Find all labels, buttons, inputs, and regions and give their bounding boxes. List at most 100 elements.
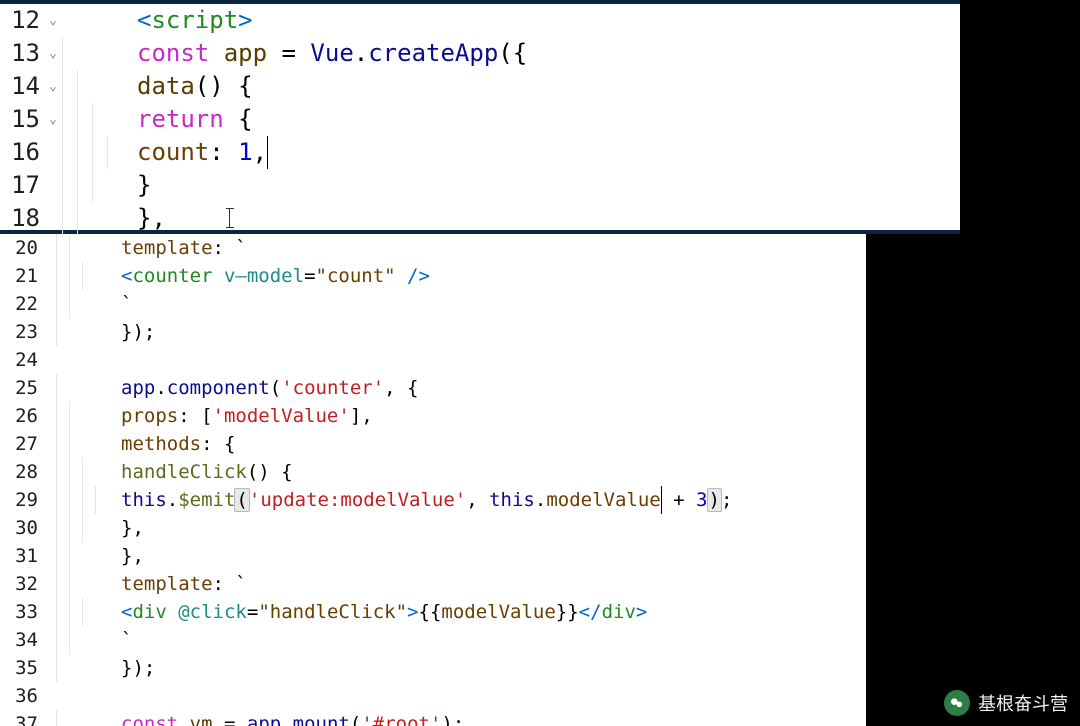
code-line[interactable]: 15⌄return { — [0, 103, 960, 136]
gutter-spacer — [42, 458, 56, 486]
code-content[interactable]: template: ` — [121, 234, 866, 262]
gutter-spacer — [42, 654, 56, 682]
indent-guide — [92, 4, 107, 37]
code-editor[interactable]: 12⌄<script>13⌄const app = Vue.createApp(… — [0, 0, 1080, 726]
indent-guide — [95, 654, 108, 682]
code-line[interactable]: 17} — [0, 169, 960, 202]
code-line[interactable]: 28handleClick() { — [0, 458, 866, 486]
indent-guide — [77, 136, 92, 169]
code-token: template — [121, 573, 213, 595]
code-line[interactable]: 22` — [0, 290, 866, 318]
code-content[interactable]: const vm = app.mount('#root'); — [121, 710, 866, 726]
code-token: . — [281, 713, 292, 726]
indent-guide — [92, 136, 107, 169]
code-line[interactable]: 35}); — [0, 654, 866, 682]
code-content[interactable] — [121, 682, 866, 710]
indent-guide — [62, 169, 77, 202]
code-line[interactable]: 16count: 1, — [0, 136, 960, 169]
code-content[interactable]: count: 1, — [137, 136, 960, 169]
code-line[interactable]: 14⌄data() { — [0, 70, 960, 103]
code-content[interactable]: <counter v–model="count" /> — [121, 262, 866, 290]
code-content[interactable]: <script> — [137, 4, 960, 37]
indent-guide — [82, 486, 95, 514]
indent-guide — [122, 169, 137, 202]
code-token: app — [121, 377, 155, 399]
indent-guide — [82, 234, 95, 262]
code-token: ` — [121, 629, 132, 651]
code-token: < — [121, 265, 132, 287]
code-token: handleClick — [121, 461, 247, 483]
indent-guide — [82, 346, 95, 374]
editor-pane-top[interactable]: 12⌄<script>13⌄const app = Vue.createApp(… — [0, 0, 960, 234]
indent-guide — [95, 542, 108, 570]
indent-guide — [69, 542, 82, 570]
gutter-spacer — [42, 542, 56, 570]
indent-guide — [62, 202, 77, 235]
code-content[interactable]: template: ` — [121, 570, 866, 598]
indent-guide — [56, 598, 69, 626]
fold-toggle-icon[interactable]: ⌄ — [44, 4, 62, 37]
code-content[interactable] — [121, 346, 866, 374]
code-content[interactable]: } — [137, 169, 960, 202]
code-line[interactable]: 29this.$emit('update:modelValue', this.m… — [0, 486, 866, 514]
code-content[interactable]: data() { — [137, 70, 960, 103]
code-token: }); — [121, 321, 155, 343]
code-content[interactable]: }, — [121, 514, 866, 542]
indent-guide — [95, 402, 108, 430]
indent-guide — [56, 430, 69, 458]
indent-guide — [62, 70, 77, 103]
code-content[interactable]: }, — [121, 542, 866, 570]
code-content[interactable]: ` — [121, 290, 866, 318]
code-line[interactable]: 23}); — [0, 318, 866, 346]
indent-guide — [108, 654, 121, 682]
code-token: : [ — [178, 405, 212, 427]
code-line[interactable]: 36 — [0, 682, 866, 710]
code-content[interactable]: }, — [137, 202, 960, 235]
code-content[interactable]: props: ['modelValue'], — [121, 402, 866, 430]
code-line[interactable]: 27methods: { — [0, 430, 866, 458]
indent-guide — [107, 70, 122, 103]
code-token: } — [137, 171, 151, 199]
code-line[interactable]: 30}, — [0, 514, 866, 542]
code-content[interactable]: return { — [137, 103, 960, 136]
code-line[interactable]: 18}, — [0, 202, 960, 235]
code-content[interactable]: <div @click="handleClick">{{modelValue}}… — [121, 598, 866, 626]
code-token: {{ — [419, 601, 442, 623]
code-token: }); — [121, 657, 155, 679]
code-line[interactable]: 13⌄const app = Vue.createApp({ — [0, 37, 960, 70]
indent-guide — [122, 136, 137, 169]
fold-toggle-icon[interactable]: ⌄ — [44, 37, 62, 70]
code-content[interactable]: methods: { — [121, 430, 866, 458]
code-line[interactable]: 34` — [0, 626, 866, 654]
code-line[interactable]: 25app.component('counter', { — [0, 374, 866, 402]
code-line[interactable]: 26props: ['modelValue'], — [0, 402, 866, 430]
code-line[interactable]: 21<counter v–model="count" /> — [0, 262, 866, 290]
code-line[interactable]: 12⌄<script> — [0, 4, 960, 37]
code-line[interactable]: 32template: ` — [0, 570, 866, 598]
code-line[interactable]: 24 — [0, 346, 866, 374]
code-content[interactable]: this.$emit('update:modelValue', this.mod… — [121, 486, 866, 514]
indent-guide — [62, 103, 77, 136]
code-content[interactable]: }); — [121, 654, 866, 682]
line-number: 37 — [0, 710, 42, 726]
code-content[interactable]: ` — [121, 626, 866, 654]
code-token: : — [209, 138, 238, 166]
indent-guide — [69, 346, 82, 374]
fold-toggle-icon[interactable]: ⌄ — [44, 70, 62, 103]
indent-guide — [108, 262, 121, 290]
code-content[interactable]: }); — [121, 318, 866, 346]
code-line[interactable]: 20template: ` — [0, 234, 866, 262]
code-token: , — [253, 138, 267, 166]
code-content[interactable]: const app = Vue.createApp({ — [137, 37, 960, 70]
fold-toggle-icon[interactable]: ⌄ — [44, 103, 62, 136]
code-token: = — [213, 713, 247, 726]
code-content[interactable]: app.component('counter', { — [121, 374, 866, 402]
indent-guide — [108, 374, 121, 402]
code-line[interactable]: 31}, — [0, 542, 866, 570]
code-line[interactable]: 37 const vm = app.mount('#root'); — [0, 710, 866, 726]
editor-pane-bottom[interactable]: 20template: `21<counter v–model="count" … — [0, 234, 866, 726]
code-token: modelValue — [546, 489, 660, 511]
indent-guide — [108, 234, 121, 262]
code-content[interactable]: handleClick() { — [121, 458, 866, 486]
code-line[interactable]: 33<div @click="handleClick">{{modelValue… — [0, 598, 866, 626]
